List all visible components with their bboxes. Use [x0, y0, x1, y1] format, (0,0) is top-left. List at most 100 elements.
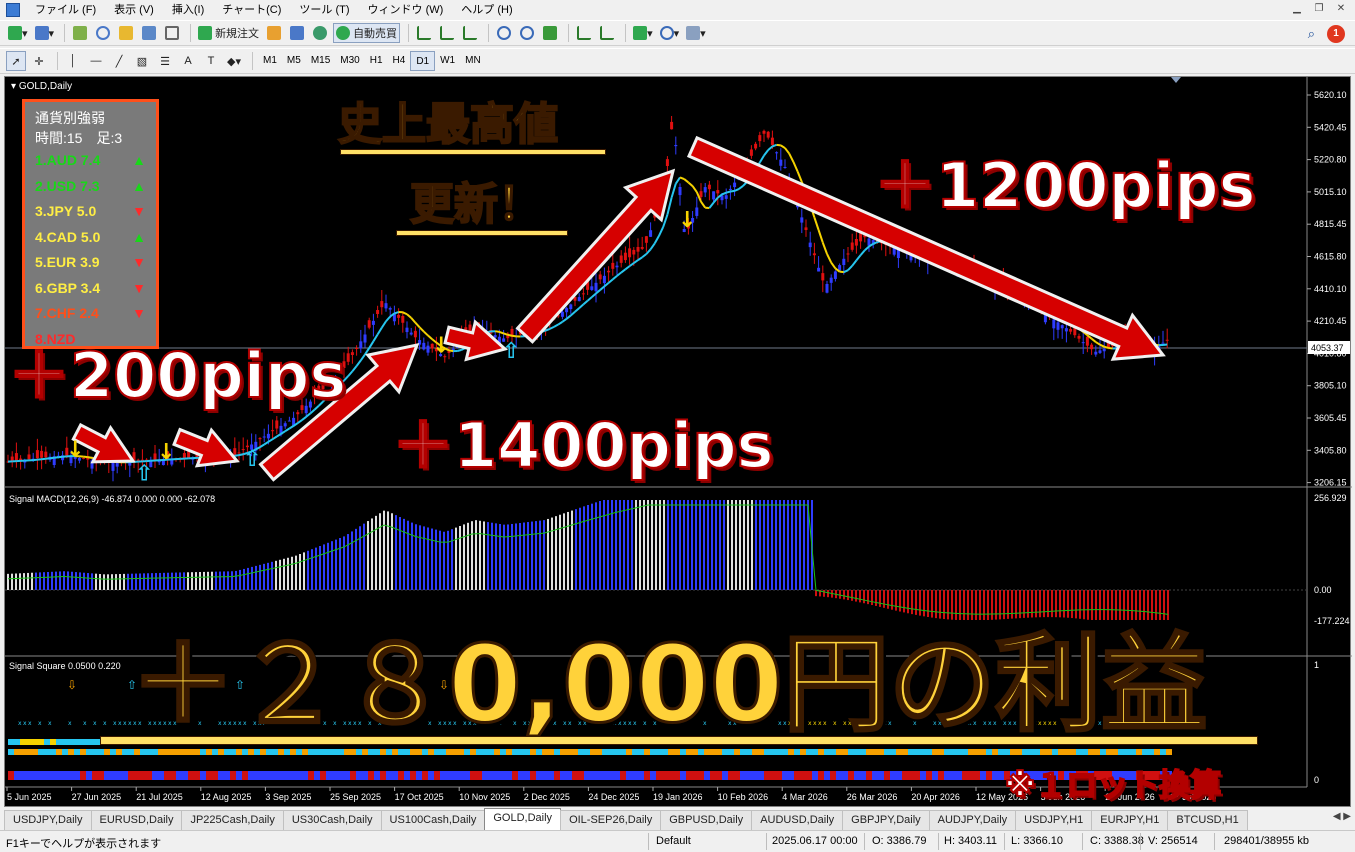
chart-tab[interactable]: EURJPY,H1	[1091, 810, 1169, 830]
periods-button[interactable]: ▾	[658, 23, 682, 43]
crosshair-icon	[96, 26, 111, 40]
square-band-bottom	[416, 771, 422, 780]
signal-line-segment	[839, 270, 844, 274]
timeframe-m1[interactable]: M1	[258, 51, 282, 71]
zoom-out-button[interactable]	[517, 23, 537, 43]
notification-badge[interactable]: 1	[1327, 25, 1345, 43]
square-band-bottom	[884, 771, 890, 780]
chart-tab[interactable]: OIL-SEP26,Daily	[560, 810, 662, 830]
macd-signal-segment	[87, 577, 97, 580]
square-band-bottom	[200, 771, 206, 780]
zoom-in-button[interactable]	[494, 23, 514, 43]
square-band-bottom	[26, 771, 32, 780]
signal-line-segment	[758, 154, 765, 164]
square-band-bottom	[44, 771, 50, 780]
text-button[interactable]: A	[178, 51, 198, 71]
candle-body	[577, 297, 581, 302]
candle-body	[762, 130, 766, 134]
terminal-button[interactable]	[139, 23, 159, 43]
chart-tab[interactable]: USDJPY,Daily	[4, 810, 92, 830]
chart-tab[interactable]: USDJPY,H1	[1015, 810, 1093, 830]
menu-view[interactable]: 表示 (V)	[105, 0, 163, 20]
chart-tab[interactable]: GBPJPY,Daily	[842, 810, 930, 830]
templates-button[interactable]: ▾	[684, 23, 708, 43]
chart-shift-button[interactable]	[597, 23, 617, 43]
chart-tab[interactable]: US30Cash,Daily	[282, 810, 382, 830]
menu-file[interactable]: ファイル (F)	[26, 0, 105, 20]
square-band-bottom	[722, 771, 728, 780]
search-icon[interactable]: ⌕	[1308, 26, 1315, 42]
trendline-button[interactable]: ╱	[109, 51, 129, 71]
menu-window[interactable]: ウィンドウ (W)	[359, 0, 453, 20]
candle-body	[27, 454, 31, 460]
chart-tab[interactable]: JP225Cash,Daily	[181, 810, 284, 830]
chart-tab[interactable]: AUDJPY,Daily	[928, 810, 1017, 830]
vertical-line-button[interactable]: │	[63, 51, 83, 71]
square-band-bottom	[38, 771, 44, 780]
timeframe-h1[interactable]: H1	[365, 51, 388, 71]
square-band-bottom	[566, 771, 572, 780]
chart-tab[interactable]: GOLD,Daily	[484, 808, 562, 830]
macd-signal-segment	[95, 578, 105, 580]
horizontal-line-button[interactable]: —	[86, 51, 106, 71]
profiles-icon	[34, 26, 49, 40]
timeframe-m30[interactable]: M30	[335, 51, 364, 71]
square-band-mid	[14, 749, 20, 755]
fibonacci-button[interactable]: ☰	[155, 51, 175, 71]
indicators-button[interactable]: ▾	[631, 23, 655, 43]
minimize-icon[interactable]: ▁	[1289, 2, 1305, 16]
chart-tab[interactable]: US100Cash,Daily	[380, 810, 486, 830]
signal-line-segment	[624, 265, 631, 271]
cursor-button[interactable]: ➚	[6, 51, 26, 71]
candle-chart-button[interactable]	[437, 23, 457, 43]
pips-200-caption: ＋200pips	[7, 338, 347, 413]
chart-tabs: USDJPY,Daily EURUSD,Daily JP225Cash,Daily U…	[0, 808, 1355, 830]
chart-tab[interactable]: GBPUSD,Daily	[660, 810, 753, 830]
auto-trading-button[interactable]: 自動売買	[333, 23, 401, 43]
candle-body	[842, 258, 846, 266]
metaeditor-button[interactable]	[264, 23, 284, 43]
close-icon[interactable]: ✕	[1333, 2, 1349, 16]
status-help: F1キーでヘルプが表示されます	[6, 838, 162, 850]
menu-chart[interactable]: チャート(C)	[213, 0, 290, 20]
tile-windows-button[interactable]	[540, 23, 560, 43]
signals-button[interactable]	[287, 23, 307, 43]
label-button[interactable]: T	[201, 51, 221, 71]
profiles-button[interactable]: ▾	[33, 23, 57, 43]
navigator-button[interactable]	[93, 23, 113, 43]
favorites-button[interactable]	[116, 23, 136, 43]
crosshair-button[interactable]: ✛	[29, 51, 49, 71]
square-band-bottom	[116, 771, 122, 780]
timeframe-mn[interactable]: MN	[460, 51, 486, 71]
auto-scroll-button[interactable]	[574, 23, 594, 43]
restore-icon[interactable]: ❐	[1311, 2, 1327, 16]
strategy-tester-button[interactable]	[162, 23, 182, 43]
bar-chart-button[interactable]	[414, 23, 434, 43]
line-chart-button[interactable]	[460, 23, 480, 43]
tab-scroll-icon[interactable]: ◀ ▶	[1333, 811, 1351, 822]
menu-tools[interactable]: ツール (T)	[290, 0, 358, 20]
timeframe-m5[interactable]: M5	[282, 51, 306, 71]
timeframe-d1[interactable]: D1	[410, 51, 436, 71]
channel-button[interactable]: ▧	[132, 51, 152, 71]
chart-tab[interactable]: BTCUSD,H1	[1167, 810, 1248, 830]
shapes-button[interactable]: ◆▾	[224, 51, 244, 71]
timeframe-h4[interactable]: H4	[388, 51, 411, 71]
chart-tab[interactable]: EURUSD,Daily	[90, 810, 183, 830]
chart-tab[interactable]: AUDUSD,Daily	[751, 810, 844, 830]
signal-line-segment	[359, 353, 366, 361]
signal-line-segment	[725, 190, 731, 194]
timeframe-m15[interactable]: M15	[306, 51, 335, 71]
new-order-button[interactable]: 新規注文	[196, 23, 261, 43]
menu-help[interactable]: ヘルプ (H)	[452, 0, 521, 20]
vps-button[interactable]	[310, 23, 330, 43]
price-tick-label: 5620.10	[1314, 90, 1347, 100]
signal-line-segment	[1103, 345, 1109, 349]
macd-signal-segment	[503, 535, 513, 538]
market-watch-button[interactable]	[70, 23, 90, 43]
menu-insert[interactable]: 挿入(I)	[163, 0, 213, 20]
square-band-bottom	[464, 771, 470, 780]
timeframe-w1[interactable]: W1	[435, 51, 460, 71]
signal-line-segment	[826, 253, 833, 263]
new-chart-button[interactable]: ▾	[6, 23, 30, 43]
